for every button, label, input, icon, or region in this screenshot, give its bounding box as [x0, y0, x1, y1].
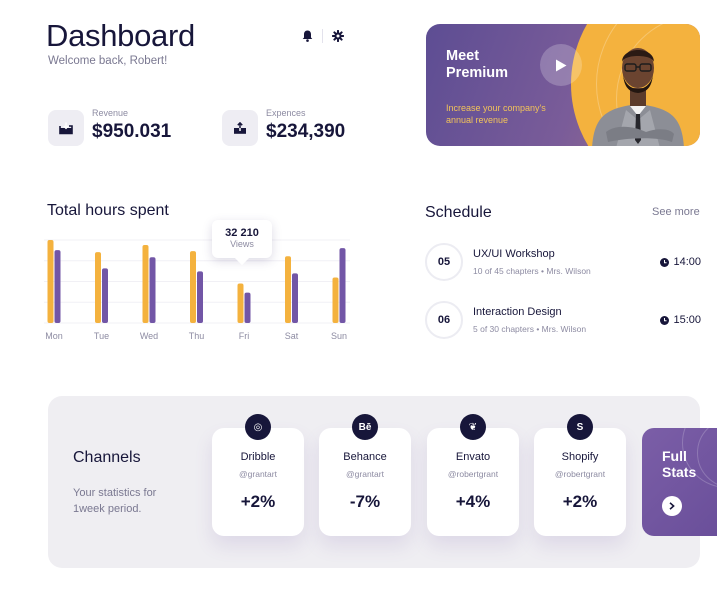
channels-description: Your statistics for 1week period.: [73, 487, 157, 515]
bell-icon[interactable]: [299, 28, 315, 44]
schedule-name: UX/UI Workshop: [473, 248, 555, 260]
schedule-item[interactable]: 06 Interaction Design 5 of 30 chapters •…: [425, 301, 701, 341]
play-icon[interactable]: [540, 44, 582, 86]
chart-bar[interactable]: [292, 273, 298, 323]
premium-title: Meet Premium: [446, 48, 509, 81]
schedule-time: 14:00: [660, 256, 701, 268]
channel-name: Behance: [343, 451, 387, 463]
hours-bar-chart: Mon Tue Wed Thu Fri Sat Sun: [44, 239, 350, 341]
x-tick-label: Fri: [239, 331, 250, 341]
chart-bar[interactable]: [47, 240, 54, 323]
schedule-name: Interaction Design: [473, 306, 562, 318]
schedule-item[interactable]: 05 UX/UI Workshop 10 of 45 chapters • Mr…: [425, 243, 701, 283]
dribbble-icon: ◎: [245, 414, 271, 440]
tooltip-label: Views: [230, 239, 254, 249]
chart-bar[interactable]: [142, 245, 149, 323]
chart-bar[interactable]: [237, 283, 244, 323]
channel-card-envato[interactable]: ❦ Envato @robertgrant +4%: [427, 414, 519, 536]
stat-value: $950.031: [92, 120, 172, 142]
channel-handle: @grantart: [239, 469, 277, 479]
x-tick-label: Tue: [94, 331, 109, 341]
see-more-link[interactable]: See more: [652, 206, 700, 218]
chart-bar[interactable]: [190, 251, 196, 323]
premium-banner[interactable]: Meet Premium Increase your company's ann…: [426, 24, 700, 146]
tooltip-value: 32 210: [225, 227, 259, 239]
schedule-title: Schedule: [425, 204, 492, 221]
page-title: Dashboard: [46, 18, 195, 53]
channel-change: +2%: [562, 492, 598, 511]
chart-bar[interactable]: [197, 271, 203, 323]
premium-description: Increase your company's annual revenue: [446, 103, 546, 125]
stat-label: Revenue: [92, 107, 129, 118]
expenses-stat: Expences $234,390: [222, 107, 346, 146]
envato-leaf-icon: ❦: [460, 414, 486, 440]
header-divider: [322, 29, 323, 43]
channel-name: Envato: [455, 451, 491, 463]
x-tick-label: Sat: [285, 331, 299, 341]
chart-bar[interactable]: [149, 257, 156, 323]
channel-card-shopify[interactable]: S Shopify @robertgrant +2%: [534, 414, 626, 536]
shopify-bag-icon: S: [567, 414, 593, 440]
schedule-time-text: 14:00: [673, 256, 701, 268]
chart-bar[interactable]: [332, 277, 339, 323]
x-tick-label: Sun: [331, 331, 347, 341]
channel-change: +4%: [455, 492, 491, 511]
welcome-text: Welcome back, Robert!: [48, 55, 168, 67]
person-avatar: [592, 48, 684, 146]
schedule-date: 05: [425, 243, 463, 281]
clock-icon: [660, 257, 670, 267]
schedule-meta: 10 of 45 chapters • Mrs. Wilson: [473, 266, 591, 276]
channel-name: Shopify: [561, 451, 599, 463]
stat-label: Expences: [266, 107, 306, 118]
chart-bar[interactable]: [95, 252, 101, 323]
x-tick-label: Thu: [189, 331, 205, 341]
channel-change: +2%: [240, 492, 276, 511]
chart-tooltip: 32 210 Views: [212, 220, 272, 258]
download-tray-icon: [48, 110, 84, 146]
chart-title: Total hours spent: [47, 202, 169, 219]
channels-title: Channels: [73, 449, 141, 466]
chevron-right-icon[interactable]: [662, 496, 682, 516]
channel-card-dribbble[interactable]: ◎ Dribble @grantart +2%: [212, 414, 304, 536]
schedule-meta: 5 of 30 chapters • Mrs. Wilson: [473, 324, 587, 334]
x-tick-label: Mon: [45, 331, 63, 341]
full-stats-label: Full Stats: [662, 448, 697, 480]
revenue-stat: Revenue $950.031: [48, 107, 172, 146]
channel-name: Dribble: [240, 451, 276, 463]
behance-icon: Bē: [352, 414, 378, 440]
full-stats-button[interactable]: Full Stats: [642, 428, 717, 536]
clock-icon: [660, 315, 670, 325]
channel-handle: @robertgrant: [554, 469, 606, 479]
channel-handle: @grantart: [346, 469, 384, 479]
chart-bar[interactable]: [102, 268, 108, 323]
channel-card-behance[interactable]: Bē Behance @grantart -7%: [319, 414, 411, 536]
schedule-time: 15:00: [660, 314, 701, 326]
chart-bar[interactable]: [339, 248, 346, 323]
chart-bar[interactable]: [285, 256, 291, 323]
stat-value: $234,390: [266, 120, 346, 142]
x-tick-label: Wed: [140, 331, 158, 341]
chart-bar[interactable]: [244, 292, 251, 323]
upload-tray-icon: [222, 110, 258, 146]
channel-handle: @robertgrant: [447, 469, 499, 479]
gear-icon[interactable]: [330, 28, 346, 44]
chart-bar[interactable]: [54, 250, 61, 323]
channel-change: -7%: [349, 492, 381, 511]
schedule-date: 06: [425, 301, 463, 339]
schedule-time-text: 15:00: [673, 314, 701, 326]
